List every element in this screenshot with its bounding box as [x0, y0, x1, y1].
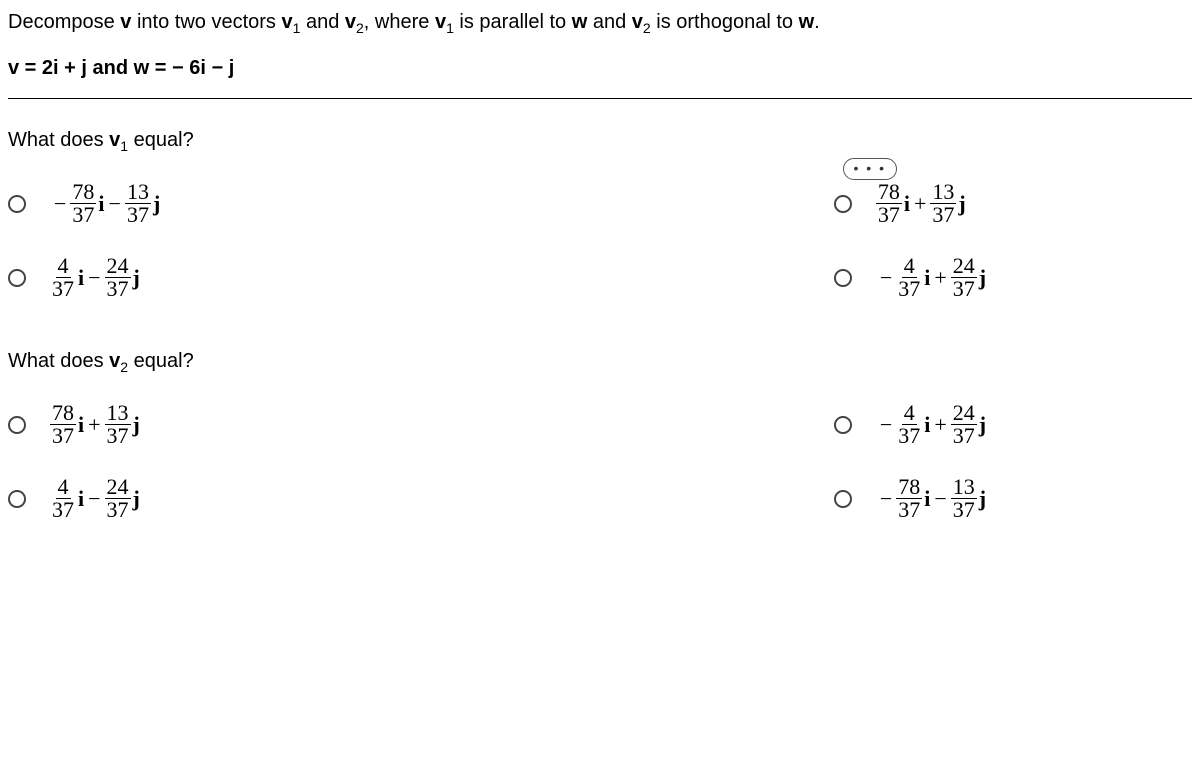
q2-option-d[interactable]: − 7837 i − 1337 j — [834, 471, 1192, 527]
q1-option-c[interactable]: 437 i − 2437 j — [8, 250, 834, 306]
q2-option-a[interactable]: 7837 i + 1337 j — [8, 397, 834, 453]
problem-prompt: Decompose v into two vectors v1 and v2, … — [8, 8, 1192, 39]
q1-option-b[interactable]: 7837 i + 1337 j — [834, 176, 1192, 232]
radio-icon — [8, 416, 26, 434]
q1-option-a[interactable]: − 7837 i − 1337 j — [8, 176, 834, 232]
q2-option-b[interactable]: − 437 i + 2437 j — [834, 397, 1192, 453]
radio-icon — [8, 269, 26, 287]
question-2: What does v2 equal? 7837 i + 1337 j 437 … — [8, 350, 1192, 545]
formula: 437 i − 2437 j — [50, 476, 140, 521]
radio-icon — [834, 416, 852, 434]
formula: − 7837 i − 1337 j — [876, 476, 986, 521]
more-pill[interactable]: • • • — [843, 158, 897, 180]
q2-option-c[interactable]: 437 i − 2437 j — [8, 471, 834, 527]
radio-icon — [834, 269, 852, 287]
formula: 7837 i + 1337 j — [50, 402, 140, 447]
radio-icon — [834, 195, 852, 213]
formula: 7837 i + 1337 j — [876, 181, 966, 226]
formula: − 437 i + 2437 j — [876, 402, 986, 447]
q1-prompt: What does v1 equal? — [8, 129, 1192, 154]
radio-icon — [834, 490, 852, 508]
radio-icon — [8, 195, 26, 213]
formula: − 437 i + 2437 j — [876, 255, 986, 300]
question-1: What does v1 equal? − 7837 i − 1337 j 43… — [8, 129, 1192, 324]
divider — [8, 98, 1192, 99]
formula: − 7837 i − 1337 j — [50, 181, 160, 226]
radio-icon — [8, 490, 26, 508]
formula: 437 i − 2437 j — [50, 255, 140, 300]
q1-option-d[interactable]: − 437 i + 2437 j — [834, 250, 1192, 306]
given-vectors: v = 2i + j and w = − 6i − j — [8, 57, 1192, 80]
q2-prompt: What does v2 equal? — [8, 350, 1192, 375]
